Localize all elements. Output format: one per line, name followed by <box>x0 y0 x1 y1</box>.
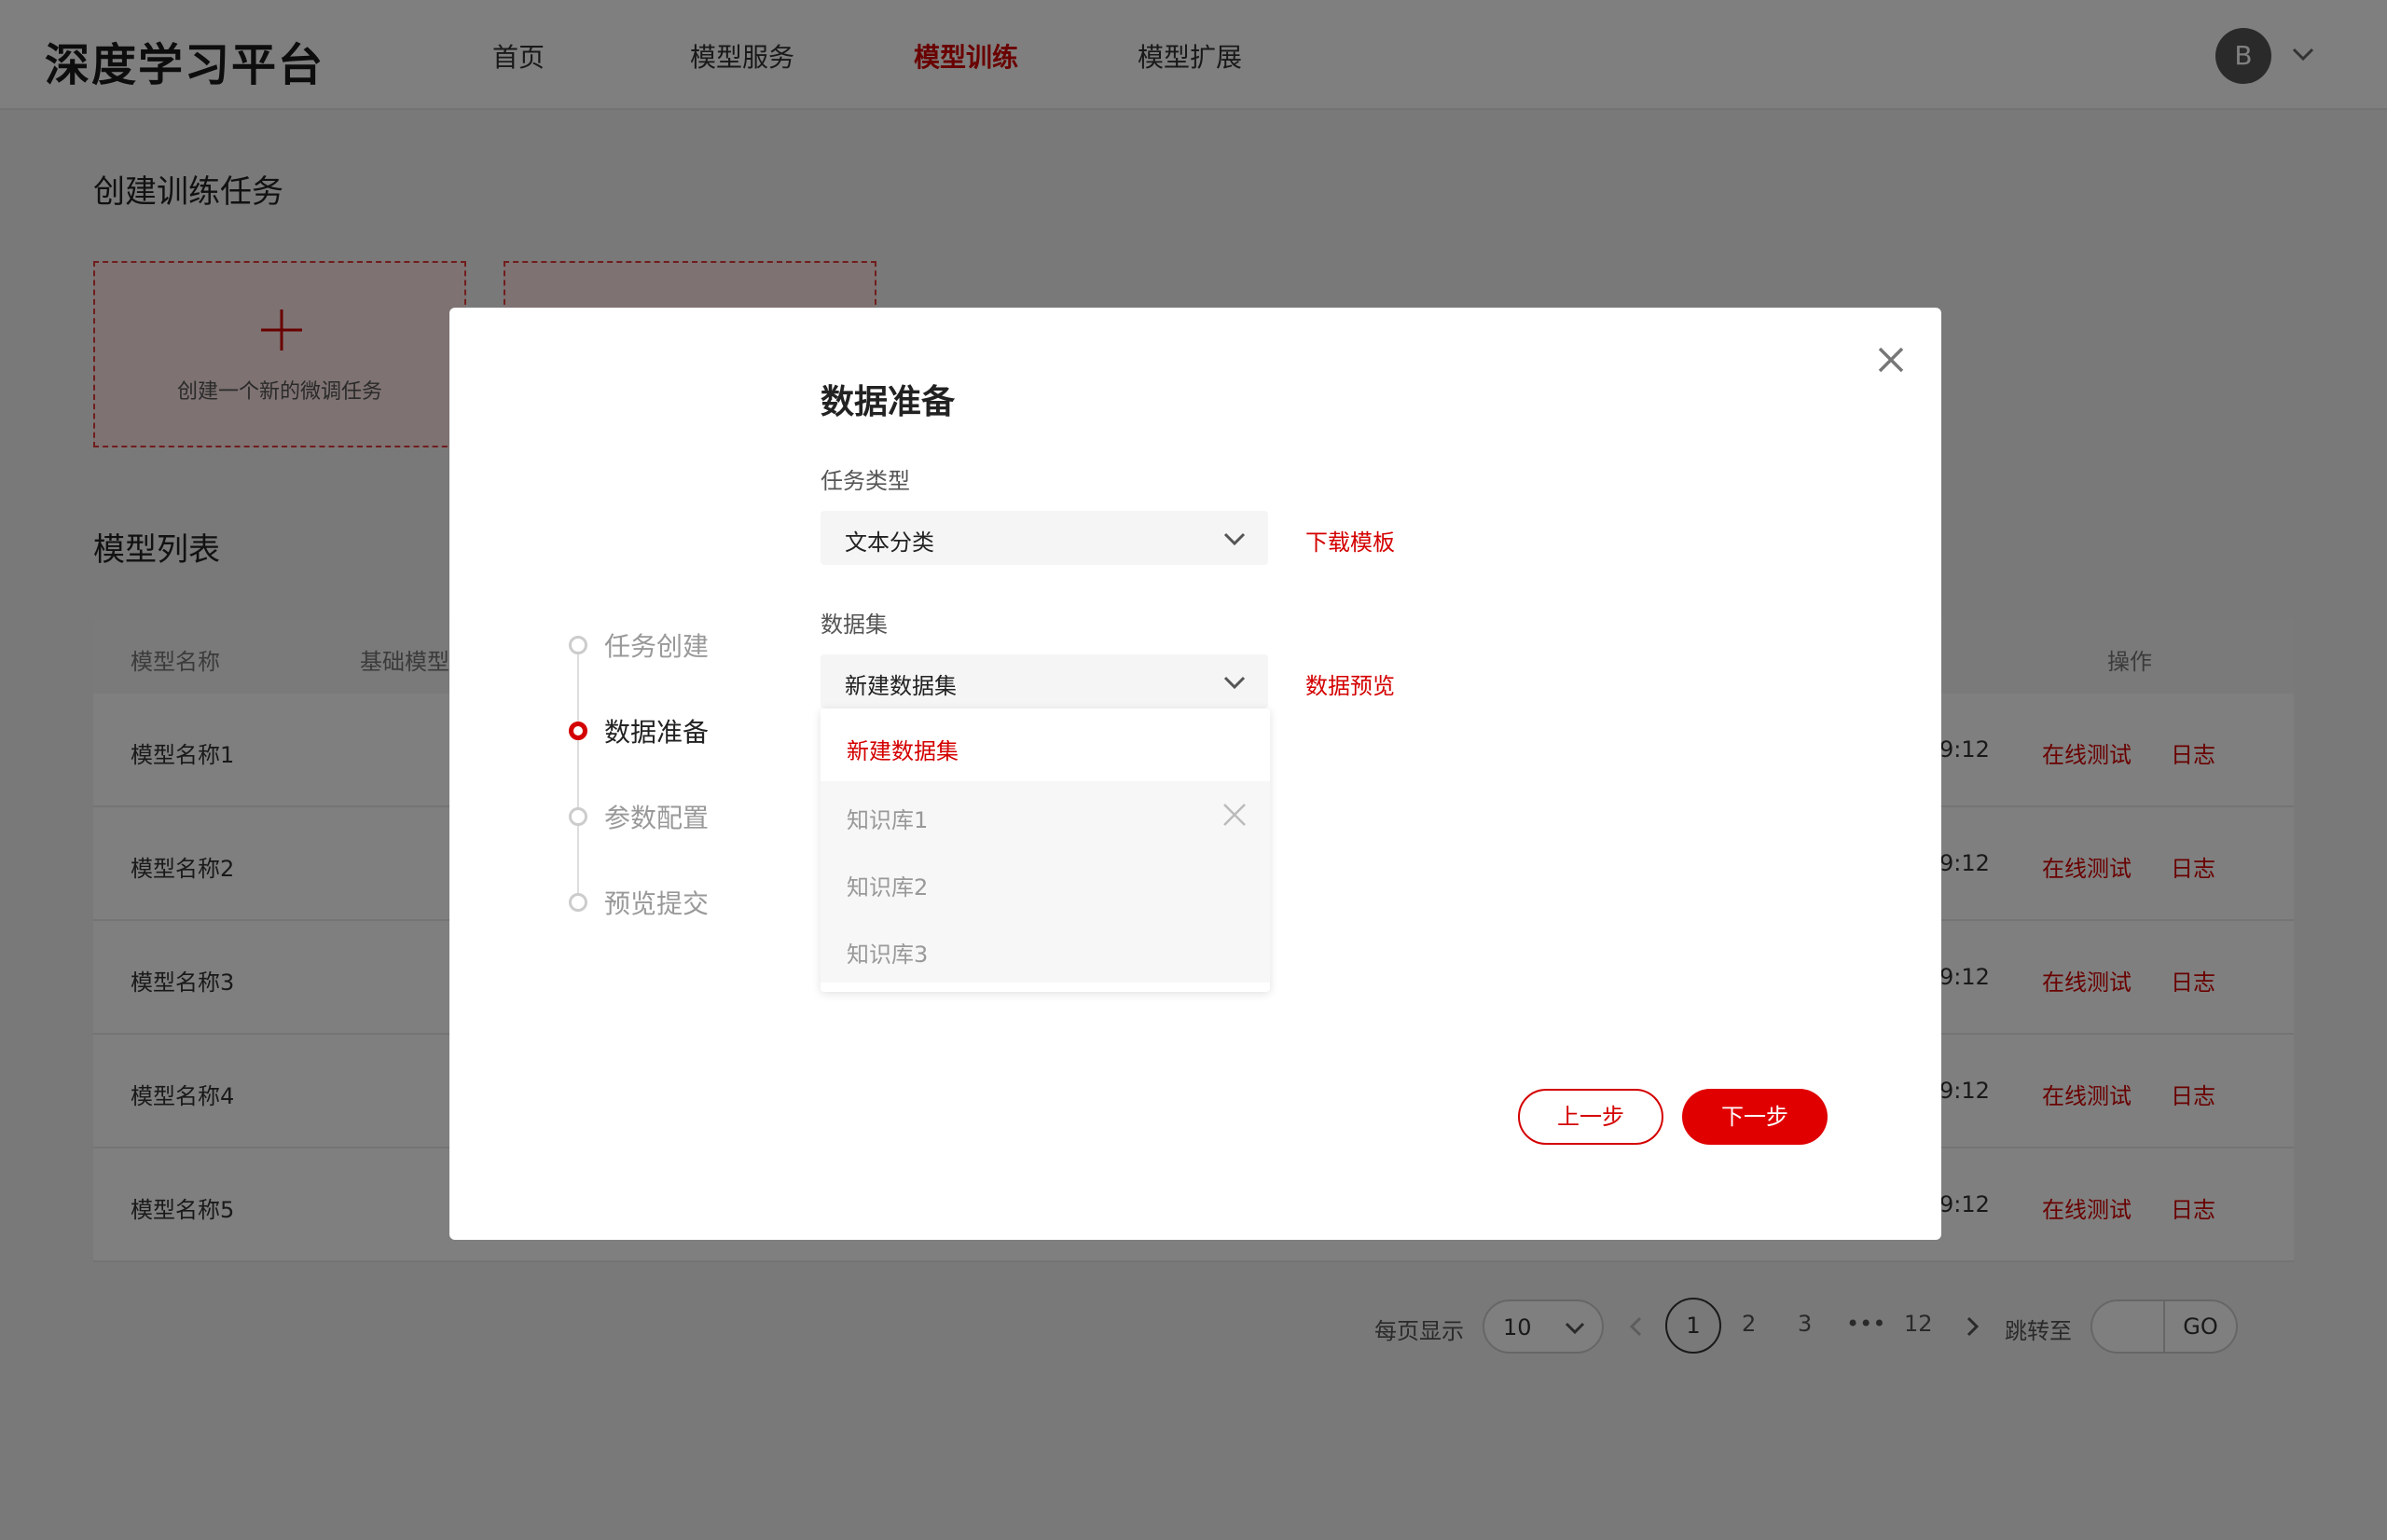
step-preview-submit[interactable]: 预览提交 <box>604 884 709 921</box>
dataset-value: 新建数据集 <box>845 673 957 699</box>
step-task-create[interactable]: 任务创建 <box>604 626 709 664</box>
dropdown-option-kb2[interactable]: 知识库2 <box>821 848 1270 915</box>
chevron-down-icon <box>1223 532 1246 546</box>
data-prep-modal: 数据准备 任务创建 数据准备 参数配置 预览提交 任务类型 文本分类 下载模板 … <box>449 308 1941 1240</box>
dropdown-option-kb3[interactable]: 知识库3 <box>821 915 1270 983</box>
next-step-button[interactable]: 下一步 <box>1682 1089 1828 1145</box>
steps-line <box>577 649 579 901</box>
close-icon[interactable] <box>1874 343 1908 377</box>
chevron-down-icon <box>1223 676 1246 690</box>
option-label: 知识库1 <box>847 807 929 833</box>
option-label: 知识库2 <box>847 874 929 901</box>
prev-step-button[interactable]: 上一步 <box>1518 1089 1663 1145</box>
data-preview-link[interactable]: 数据预览 <box>1305 667 1395 700</box>
dataset-label: 数据集 <box>821 612 888 638</box>
dataset-dropdown: 新建数据集 知识库1 知识库2 知识库3 <box>821 708 1270 992</box>
step-dot-task-create <box>569 636 587 654</box>
step-dot-preview-submit <box>569 893 587 912</box>
step-param-config[interactable]: 参数配置 <box>604 798 709 835</box>
option-label: 新建数据集 <box>847 738 959 764</box>
step-data-prep[interactable]: 数据准备 <box>604 712 709 749</box>
task-type-value: 文本分类 <box>845 529 934 556</box>
option-label: 知识库3 <box>847 942 929 968</box>
task-type-label: 任务类型 <box>821 468 910 494</box>
download-template-link[interactable]: 下载模板 <box>1305 524 1395 557</box>
dropdown-option-new-dataset[interactable]: 新建数据集 <box>821 712 1270 779</box>
task-type-select[interactable]: 文本分类 <box>821 511 1268 565</box>
step-dot-param-config <box>569 807 587 826</box>
step-dot-data-prep <box>569 722 587 740</box>
close-icon[interactable] <box>1221 802 1248 828</box>
dropdown-option-kb1[interactable]: 知识库1 <box>821 781 1270 848</box>
modal-title: 数据准备 <box>821 383 956 421</box>
dataset-select[interactable]: 新建数据集 <box>821 654 1268 708</box>
